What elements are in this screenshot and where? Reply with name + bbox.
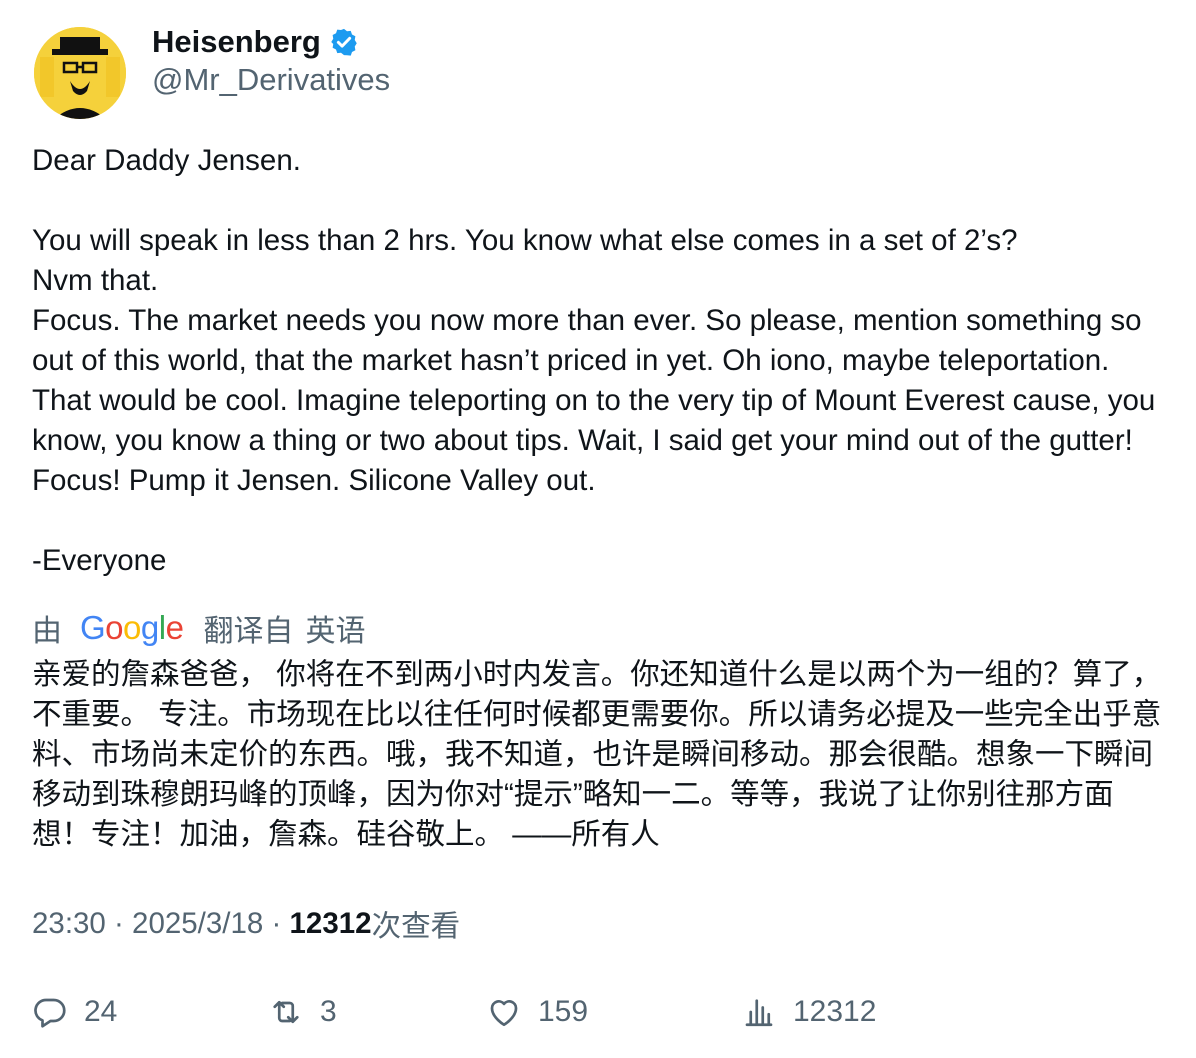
avatar[interactable]	[34, 27, 126, 119]
reply-button[interactable]: 24	[32, 990, 117, 1034]
like-count: 159	[538, 995, 589, 1028]
view-count: 12312	[793, 995, 877, 1028]
retweet-icon	[273, 1000, 299, 1024]
author-display-name[interactable]: Heisenberg	[152, 24, 321, 60]
tweet-time[interactable]: 23:30	[32, 907, 106, 941]
translated-text: 亲爱的詹森爸爸， 你将在不到两小时内发言。你还知道什么是以两个为一组的？算了，不…	[32, 658, 1162, 851]
google-logo: Google	[80, 609, 184, 646]
tweet-meta: 23:30 · 2025/3/18 · 12312 次查看	[32, 903, 460, 945]
meta-separator: ·	[263, 907, 290, 940]
like-button[interactable]: 159	[486, 990, 588, 1034]
retweet-button[interactable]: 3	[268, 990, 337, 1034]
tweet-date[interactable]: 2025/3/18	[132, 907, 263, 941]
tweet-paragraph: You will speak in less than 2 hrs. You k…	[32, 224, 1156, 497]
tweet-paragraph: Dear Daddy Jensen.	[32, 144, 301, 177]
author-handle[interactable]: @Mr_Derivatives	[152, 62, 390, 98]
tweet-paragraph	[32, 181, 1172, 221]
reply-count: 24	[84, 995, 118, 1028]
tweet-paragraph	[32, 501, 1172, 541]
tweet-text: Dear Daddy Jensen. You will speak in les…	[32, 141, 1172, 581]
views-label: 次查看	[371, 910, 461, 943]
translated-from-label: 翻译自	[203, 615, 294, 648]
analytics-icon	[745, 999, 773, 1027]
analytics-button[interactable]: 12312	[741, 990, 876, 1034]
verified-badge-icon	[331, 28, 357, 56]
translated-by-label: 由	[32, 615, 62, 648]
source-language: 英语	[305, 615, 366, 648]
reply-icon	[34, 998, 66, 1028]
heart-icon	[490, 1000, 518, 1027]
author-name-row[interactable]: Heisenberg	[152, 22, 359, 62]
translation-attribution: 由 Google 翻译自 英语	[32, 606, 365, 650]
meta-separator: ·	[105, 907, 133, 940]
tweet-paragraph: -Everyone	[32, 544, 167, 577]
views-count: 12312	[289, 907, 372, 940]
retweet-count: 3	[320, 995, 337, 1028]
heisenberg-avatar-image	[34, 27, 126, 119]
